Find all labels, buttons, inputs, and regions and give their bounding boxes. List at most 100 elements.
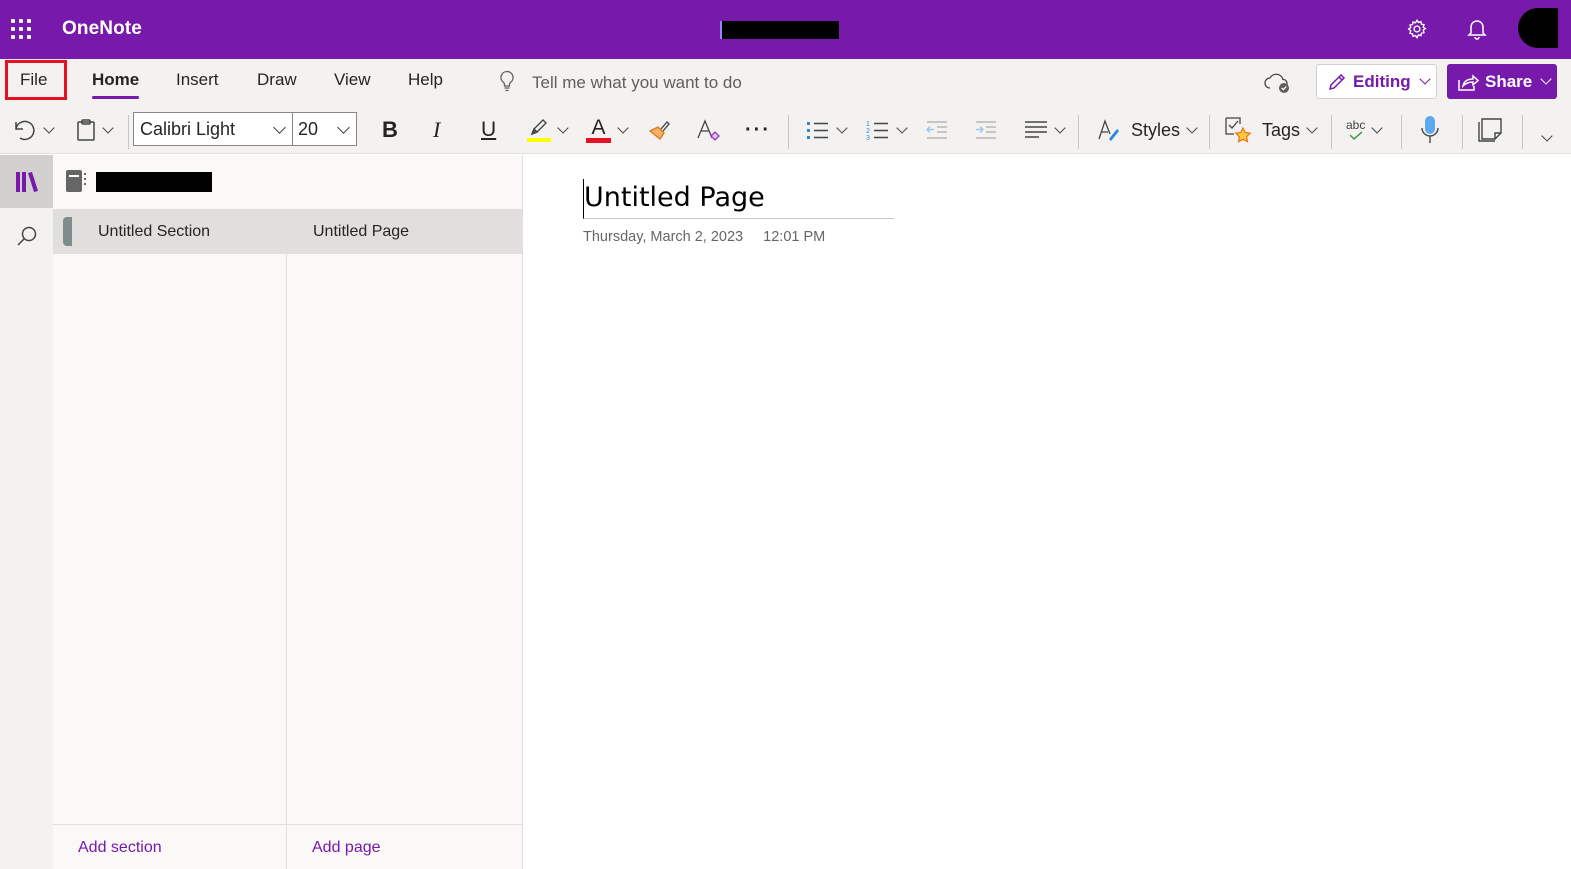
spelling-button[interactable]: abc [1346,116,1384,144]
page-metadata: Thursday, March 2, 2023 12:01 PM [583,229,825,245]
chevron-down-icon [102,121,114,134]
ribbon-commands: Calibri Light 20 B I U A ··· 1 2 3 Style… [0,106,1571,154]
format-painter-button[interactable] [648,116,672,144]
bold-button[interactable]: B [382,116,398,144]
decrease-indent-icon [925,119,949,141]
search-icon [16,225,38,247]
paragraph-alignment-button[interactable] [1024,116,1066,144]
page-label: Untitled Page [313,222,410,240]
share-label: Share [1485,71,1533,91]
section-color-tab [63,217,72,246]
section-label: Untitled Section [98,222,211,240]
bullets-button[interactable] [806,116,848,144]
section-item[interactable]: Untitled Section [53,209,286,254]
document-title-redacted[interactable] [720,21,839,39]
decrease-indent-button[interactable] [925,116,949,144]
dictate-button[interactable] [1419,116,1441,144]
account-avatar[interactable] [1518,8,1558,48]
chevron-down-icon [557,121,569,134]
notebook-navigation-pane: Untitled Section Add section Untitled Pa… [53,155,523,869]
chevron-down-icon [1306,121,1318,134]
bullet-list-icon [806,119,830,141]
svg-text:3: 3 [866,135,870,142]
notebooks-icon [15,171,39,193]
tags-icon [1224,116,1252,144]
increase-indent-button[interactable] [974,116,998,144]
chevron-down-icon [1371,121,1384,134]
editing-label: Editing [1353,71,1411,91]
format-painter-icon [648,119,672,141]
clipboard-icon [76,118,96,142]
ribbon-collapse-button[interactable] [1539,124,1553,152]
numbered-list-icon: 1 2 3 [866,118,890,142]
tags-label: Tags [1262,119,1301,140]
tab-home[interactable]: Home [92,69,140,99]
chevron-down-icon [337,121,350,134]
spelling-check-icon: abc [1346,119,1365,141]
add-page-button[interactable]: Add page [312,839,381,857]
microphone-icon [1419,115,1441,145]
page-canvas[interactable]: Untitled Page Thursday, March 2, 2023 12… [523,155,1571,869]
ribbon-tabs: File Home Insert Draw View Help Tell me … [0,59,1571,106]
page-item[interactable]: Untitled Page [287,209,522,254]
tags-button[interactable]: Tags [1224,116,1318,144]
page-date: Thursday, March 2, 2023 [583,229,744,245]
clear-formatting-icon [696,118,722,142]
settings-icon[interactable] [1404,16,1430,42]
underline-button[interactable]: U [481,116,496,144]
page-title[interactable]: Untitled Page [583,179,894,219]
font-name-dropdown[interactable]: Calibri Light [133,112,293,146]
italic-button[interactable]: I [433,116,440,144]
spelling-glyph: abc [1346,118,1366,132]
font-name-value: Calibri Light [140,118,236,139]
more-icon: ··· [745,118,771,141]
chevron-down-icon [1541,129,1553,142]
tell-me-search[interactable]: Tell me what you want to do [498,70,742,95]
tab-insert[interactable]: Insert [176,69,219,99]
font-color-button[interactable]: A [586,116,629,144]
notebook-name-redacted [96,172,212,192]
notifications-icon[interactable] [1464,16,1490,42]
app-name[interactable]: OneNote [62,18,142,40]
styles-button[interactable]: Styles [1097,116,1198,144]
pencil-icon [1327,72,1347,92]
chevron-down-icon [617,121,629,134]
notebooks-button[interactable] [0,155,53,208]
navigation-rail [0,155,53,869]
highlighter-icon [527,118,551,142]
app-launcher-icon[interactable] [11,19,31,39]
paste-button[interactable] [76,116,114,144]
undo-icon [13,119,37,141]
tab-help[interactable]: Help [408,69,443,99]
pages-list: Untitled Page Add page [287,209,522,869]
tab-view[interactable]: View [334,69,371,99]
font-size-dropdown[interactable]: 20 [292,112,357,146]
share-button[interactable]: Share [1447,64,1557,99]
add-section-button[interactable]: Add section [78,839,162,857]
separator [1401,115,1402,149]
more-options-button[interactable]: ··· [745,116,771,144]
highlight-button[interactable] [527,116,569,144]
tab-file[interactable]: File [20,69,47,99]
sync-status-icon[interactable] [1264,71,1292,100]
styles-label: Styles [1131,119,1181,140]
chevron-down-icon [43,121,55,134]
underline-icon: U [481,118,497,141]
clear-formatting-button[interactable] [696,116,722,144]
svg-text:1: 1 [866,121,870,128]
chevron-down-icon [273,121,286,134]
font-size-value: 20 [298,118,319,139]
notebook-switcher[interactable] [53,155,523,209]
numbering-button[interactable]: 1 2 3 [866,116,908,144]
increase-indent-icon [974,119,998,141]
editing-mode-button[interactable]: Editing [1316,64,1437,99]
search-button[interactable] [0,209,53,262]
undo-button[interactable] [13,116,55,144]
separator [788,115,789,149]
separator [1331,115,1332,149]
tab-draw[interactable]: Draw [257,69,297,99]
sticky-notes-button[interactable] [1477,116,1503,144]
sections-list: Untitled Section Add section [53,209,287,869]
sticky-note-icon [1477,117,1503,143]
bold-icon: B [382,117,398,142]
